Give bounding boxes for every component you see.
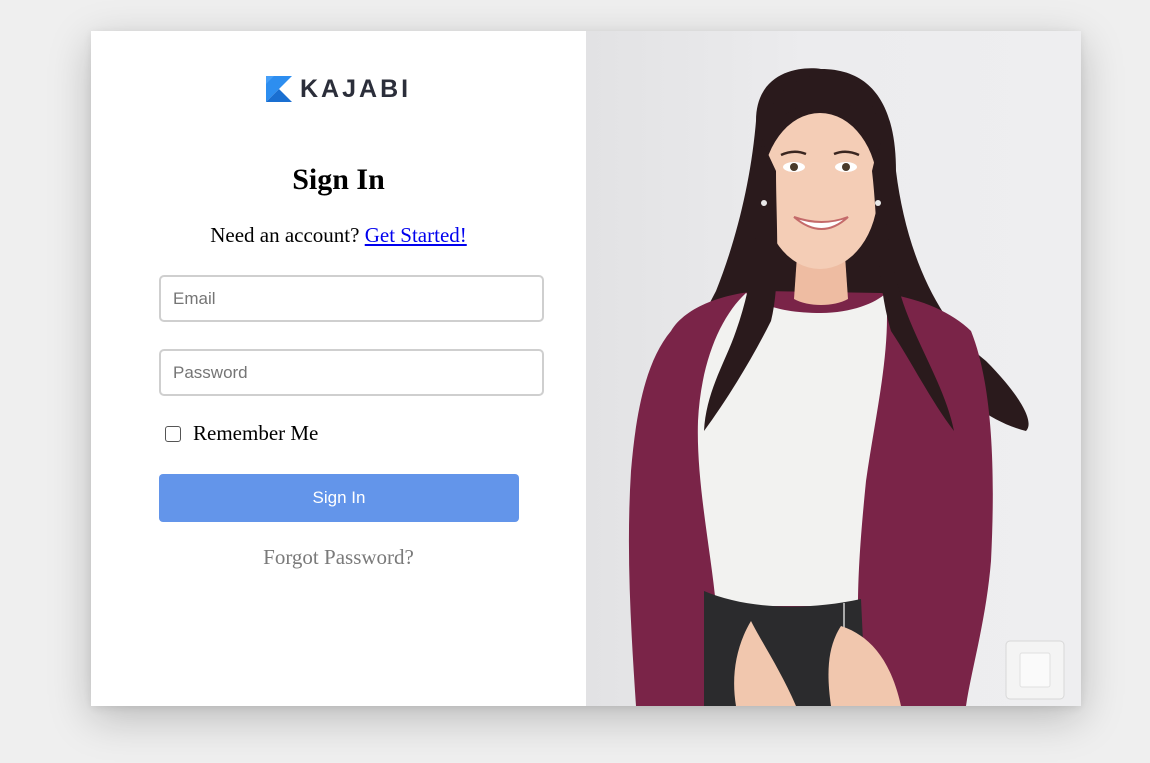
- remember-me-label: Remember Me: [193, 421, 319, 445]
- signin-card: KAJABI Sign In Need an account? Get Star…: [91, 31, 1081, 706]
- hero-photo: [586, 31, 1081, 706]
- page-title: Sign In: [292, 163, 385, 196]
- forgot-password-link[interactable]: Forgot Password?: [91, 545, 586, 570]
- woman-portrait-image: [628, 68, 1065, 706]
- need-account-line: Need an account? Get Started!: [91, 223, 586, 248]
- get-started-link[interactable]: Get Started!: [365, 223, 467, 247]
- password-field[interactable]: [159, 349, 544, 396]
- kajabi-logo-icon: [266, 76, 292, 102]
- brand-name: KAJABI: [300, 74, 412, 103]
- remember-me-checkbox[interactable]: [165, 425, 181, 442]
- brand-logo: KAJABI: [266, 75, 411, 103]
- signin-panel: KAJABI Sign In Need an account? Get Star…: [91, 31, 586, 706]
- need-account-text: Need an account?: [210, 223, 360, 247]
- remember-me-row: Remember Me: [165, 421, 318, 446]
- sign-in-button[interactable]: Sign In: [159, 474, 519, 522]
- email-field[interactable]: [159, 275, 544, 322]
